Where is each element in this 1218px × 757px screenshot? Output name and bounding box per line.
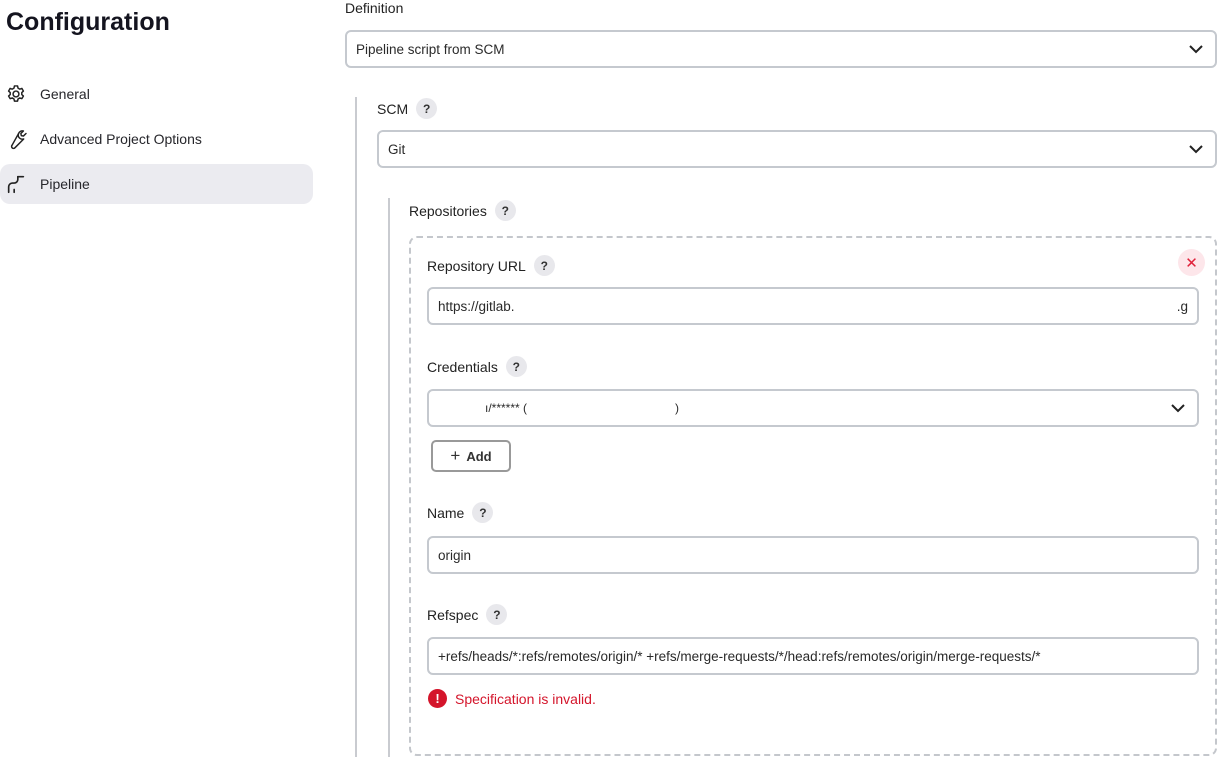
close-icon: ✕ [1185, 254, 1198, 272]
sidebar-item-label: Pipeline [40, 176, 90, 192]
repository-url-label-text: Repository URL [427, 257, 526, 274]
repository-url-help-icon[interactable]: ? [533, 255, 555, 276]
name-input[interactable]: origin [427, 536, 1199, 574]
repository-url-value: https://gitlab. [438, 298, 515, 314]
page-title: Configuration [6, 8, 170, 36]
sidebar: General Advanced Project Options Pipelin… [0, 74, 313, 209]
scm-help-icon[interactable]: ? [416, 98, 438, 119]
credentials-select[interactable]: ı/****** ( ) [427, 389, 1199, 427]
definition-label-text: Definition [345, 0, 404, 16]
scm-selected-value: Git [388, 141, 406, 157]
add-credentials-button[interactable]: + Add [431, 440, 511, 472]
definition-select[interactable]: Pipeline script from SCM [345, 30, 1217, 68]
name-label-text: Name [427, 504, 465, 521]
plus-icon: + [450, 446, 461, 465]
refspec-error-text: Specification is invalid. [455, 690, 596, 707]
credentials-selected-value: ı/****** ( [485, 401, 528, 415]
sidebar-item-general[interactable]: General [0, 74, 313, 114]
name-value: origin [438, 547, 472, 563]
refspec-label-text: Refspec [427, 606, 479, 623]
refspec-value: +refs/heads/*:refs/remotes/origin/* +ref… [438, 648, 1041, 664]
definition-selected-value: Pipeline script from SCM [356, 41, 505, 57]
repositories-help-icon[interactable]: ? [494, 200, 516, 221]
pipeline-icon [7, 175, 25, 194]
error-icon: ! [428, 689, 447, 708]
definition-label: Definition [345, 0, 403, 16]
scm-label: SCM ? [377, 98, 438, 119]
add-button-label: Add [466, 448, 492, 464]
gear-icon [7, 85, 25, 102]
remove-repository-button[interactable]: ✕ [1178, 249, 1205, 276]
credentials-selected-value-end: ) [675, 401, 679, 415]
repository-url-value-end: .g [1176, 298, 1188, 314]
sidebar-item-pipeline[interactable]: Pipeline [0, 164, 313, 204]
credentials-label-text: Credentials [427, 358, 498, 375]
chevron-down-icon [1189, 145, 1203, 154]
sidebar-item-advanced-project-options[interactable]: Advanced Project Options [0, 119, 313, 159]
repository-url-input[interactable]: https://gitlab. .g [427, 287, 1199, 325]
refspec-help-icon[interactable]: ? [486, 604, 508, 625]
credentials-label: Credentials ? [427, 356, 527, 377]
sidebar-item-label: Advanced Project Options [40, 131, 202, 147]
refspec-error: ! Specification is invalid. [428, 689, 596, 708]
refspec-label: Refspec ? [427, 604, 508, 625]
scm-label-text: SCM [377, 100, 409, 117]
sidebar-item-label: General [40, 86, 90, 102]
repositories-label-text: Repositories [409, 202, 487, 219]
name-help-icon[interactable]: ? [472, 502, 494, 523]
repository-url-label: Repository URL ? [427, 255, 555, 276]
chevron-down-icon [1189, 45, 1203, 54]
nesting-line [388, 198, 390, 757]
repositories-label: Repositories ? [409, 200, 516, 221]
scm-select[interactable]: Git [377, 130, 1217, 168]
refspec-input[interactable]: +refs/heads/*:refs/remotes/origin/* +ref… [427, 637, 1199, 675]
credentials-help-icon[interactable]: ? [505, 356, 527, 377]
chevron-down-icon [1171, 404, 1185, 413]
name-label: Name ? [427, 502, 494, 523]
wrench-icon [10, 130, 27, 150]
nesting-line [355, 97, 357, 757]
